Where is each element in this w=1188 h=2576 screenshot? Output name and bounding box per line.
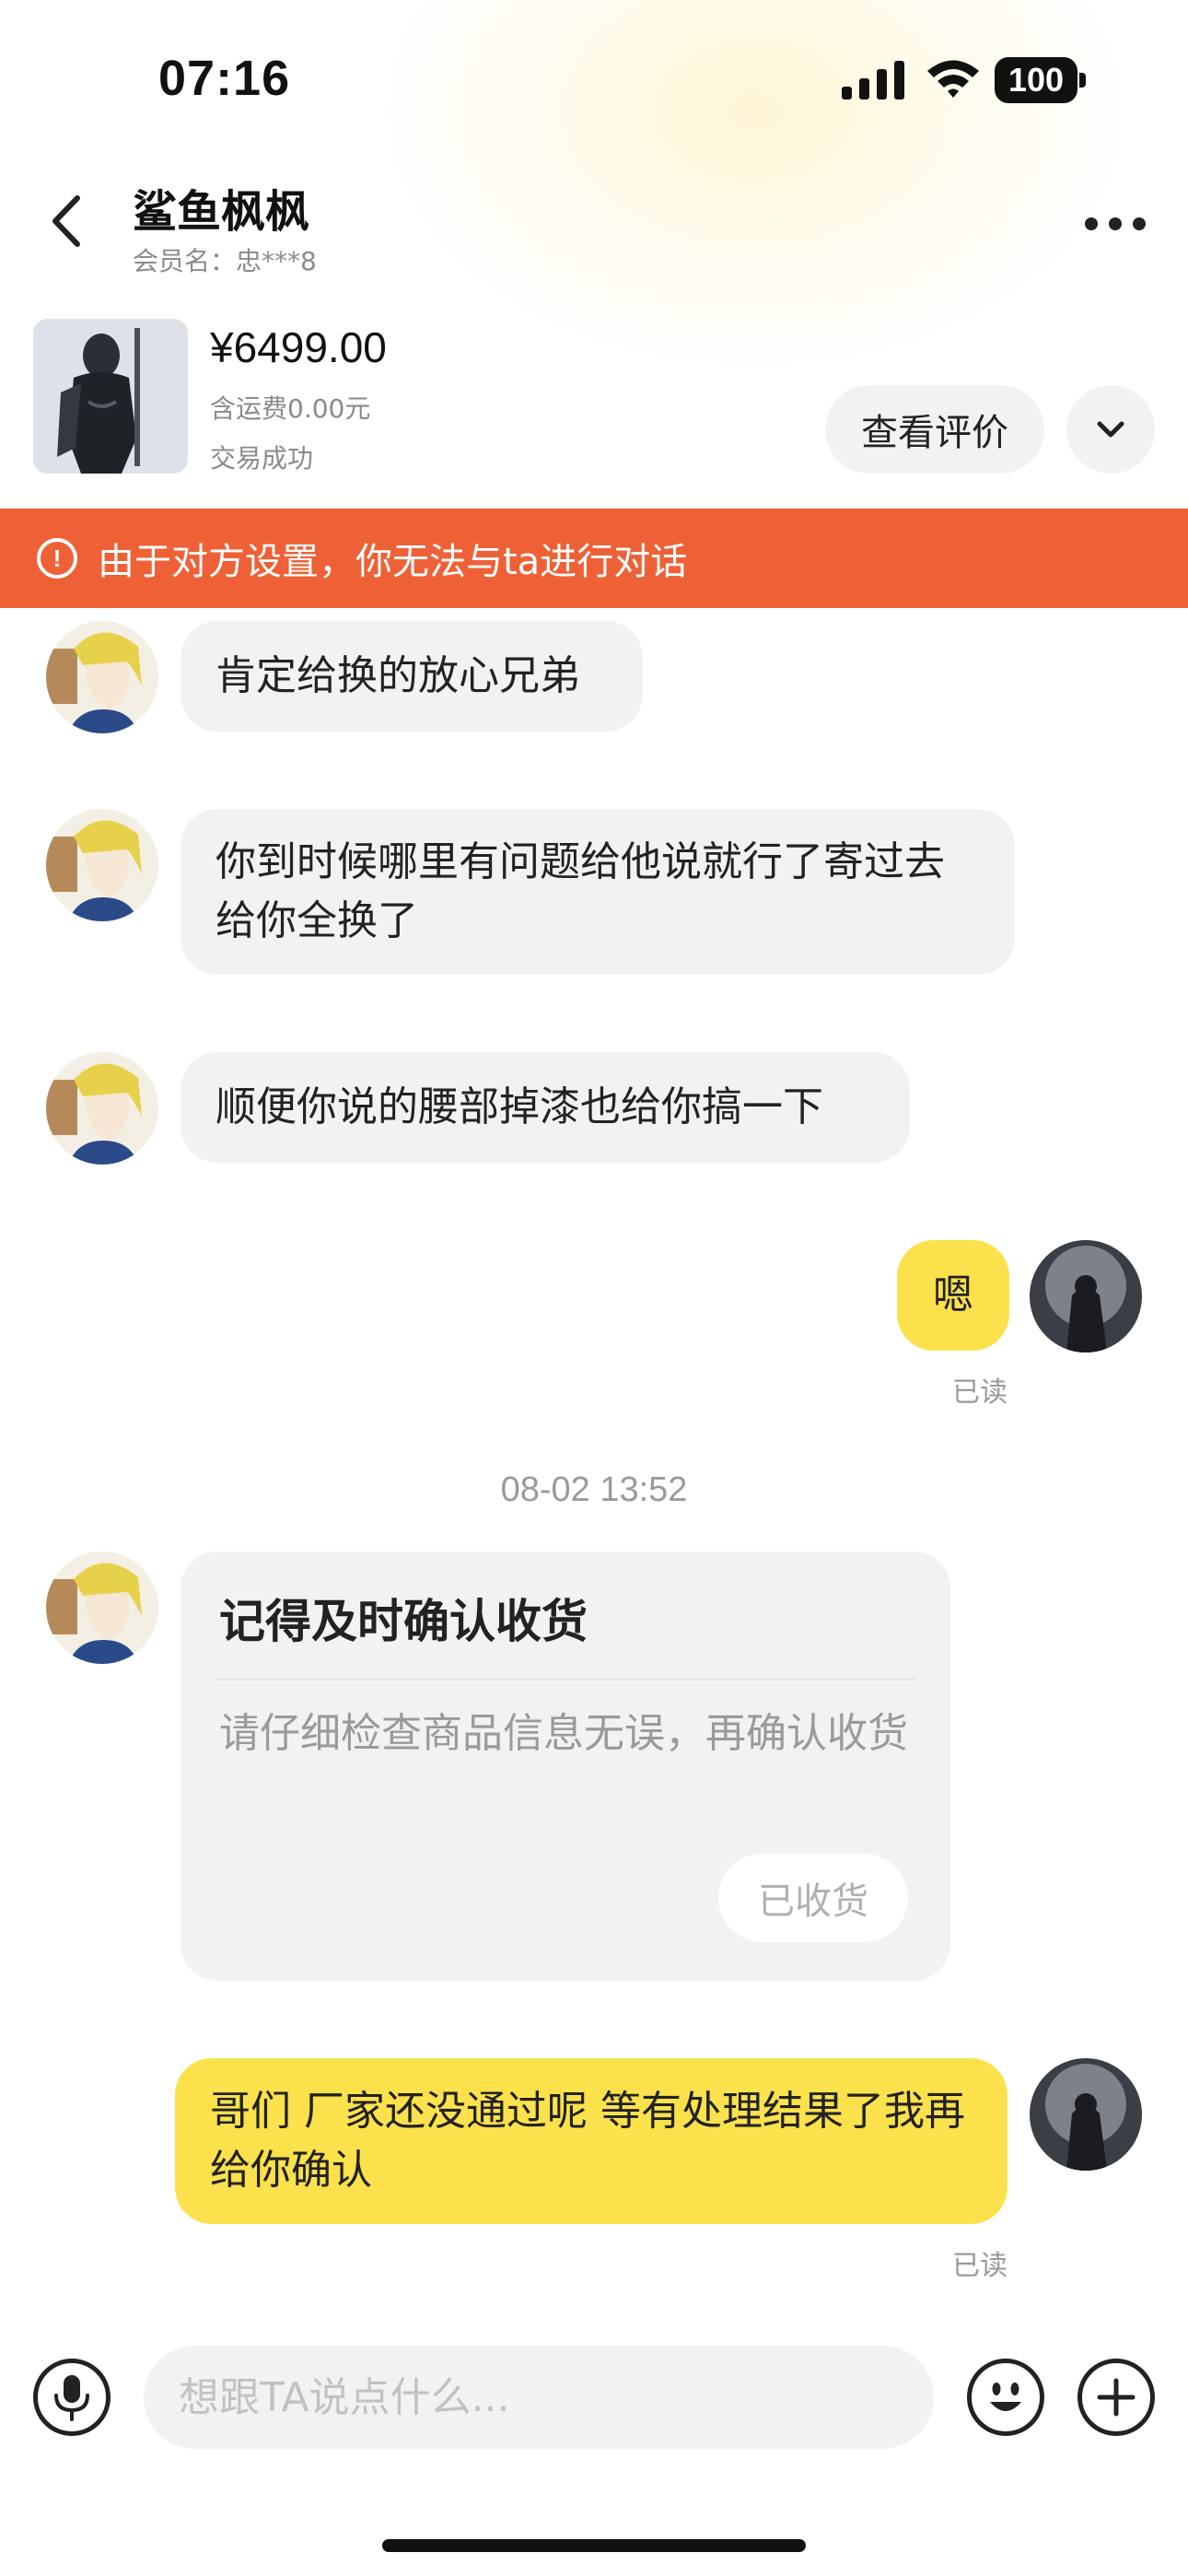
signal-icon	[842, 61, 904, 100]
my-avatar[interactable]	[1030, 1240, 1142, 1352]
restriction-banner: ! 由于对方设置，你无法与ta进行对话	[0, 509, 1188, 608]
status-time: 07:16	[158, 51, 291, 106]
message-text: 顺便你说的腰部掉漆也给你搞一下	[215, 1083, 823, 1130]
received-button[interactable]: 已收货	[718, 1854, 908, 1942]
message-bubble[interactable]: 哥们 厂家还没通过呢 等有处理结果了我再给你确认	[175, 2058, 1007, 2224]
message-bubble[interactable]: 顺便你说的腰部掉漆也给你搞一下	[181, 1052, 910, 1163]
message-text: 嗯	[933, 1271, 973, 1318]
battery-level: 100	[995, 57, 1077, 103]
read-status: 已读	[952, 1376, 1007, 1409]
read-status: 已读	[952, 2250, 1007, 2282]
message-bubble[interactable]: 你到时候哪里有问题给他说就行了寄过去给你全换了	[181, 809, 1015, 975]
seller-avatar[interactable]	[46, 621, 158, 733]
banner-text: 由于对方设置，你无法与ta进行对话	[98, 541, 688, 583]
voice-button[interactable]	[33, 2359, 111, 2436]
wifi-icon	[927, 60, 979, 98]
expand-button[interactable]	[1066, 385, 1155, 474]
confirm-receipt-card: 记得及时确认收货 请仔细检查商品信息无误，再确认收货 已收货	[181, 1551, 950, 1981]
member-name: 会员名：忠***8	[133, 246, 317, 276]
exclamation-circle-icon: !	[37, 538, 77, 579]
product-price: ¥6499.00	[210, 323, 387, 371]
battery-icon: 100	[995, 57, 1087, 103]
emoji-icon[interactable]	[967, 2359, 1044, 2436]
card-title: 记得及时确认收货	[219, 1595, 588, 1648]
chat-title: 鲨鱼枫枫	[133, 186, 310, 238]
message-text: 哥们 厂家还没通过呢 等有处理结果了我再给你确认	[210, 2088, 965, 2194]
my-avatar[interactable]	[1030, 2058, 1142, 2171]
product-thumbnail[interactable]	[33, 319, 188, 474]
more-icon[interactable]	[1085, 217, 1146, 232]
seller-avatar[interactable]	[46, 1551, 158, 1664]
message-bubble[interactable]: 嗯	[897, 1240, 1009, 1351]
card-description: 请仔细检查商品信息无误，再确认收货	[219, 1710, 908, 1757]
seller-avatar[interactable]	[46, 1052, 158, 1165]
message-text: 你到时候哪里有问题给他说就行了寄过去给你全换了	[215, 838, 945, 944]
timestamp: 08-02 13:52	[500, 1470, 688, 1509]
microphone-icon	[54, 2375, 89, 2421]
seller-avatar[interactable]	[46, 809, 158, 921]
plus-icon[interactable]	[1077, 2359, 1155, 2436]
message-input[interactable]	[144, 2346, 934, 2449]
status-bar: 07:16 100	[0, 0, 1188, 157]
message-text: 肯定给换的放心兄弟	[215, 652, 580, 699]
message-bubble[interactable]: 肯定给换的放心兄弟	[181, 621, 643, 732]
trade-status: 交易成功	[210, 443, 314, 474]
shipping-fee: 含运费0.00元	[210, 393, 371, 424]
back-arrow-icon[interactable]	[46, 189, 92, 253]
view-review-button[interactable]: 查看评价	[825, 385, 1044, 474]
chevron-down-icon	[1097, 421, 1124, 438]
home-indicator[interactable]	[382, 2539, 806, 2552]
card-divider	[215, 1679, 915, 1680]
